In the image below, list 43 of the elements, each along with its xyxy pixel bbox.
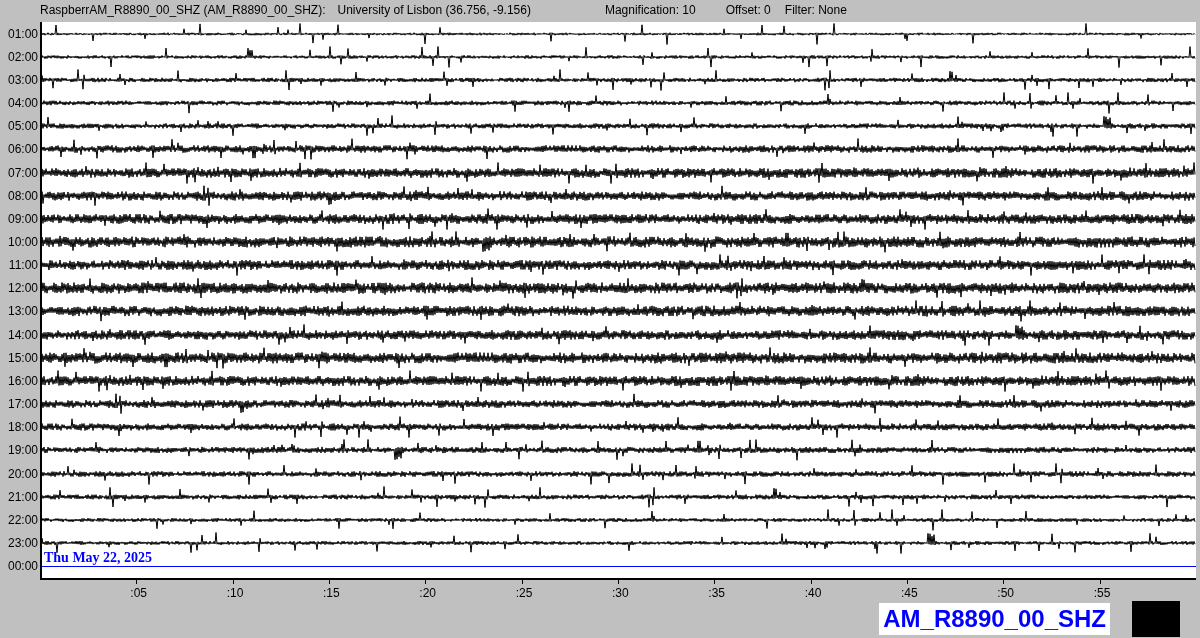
offset-label: Offset: 0	[725, 2, 771, 19]
hour-label: 11:00	[8, 257, 38, 275]
hour-label: 06:00	[7, 141, 38, 159]
hour-label: 05:00	[7, 118, 38, 136]
minute-label: :10	[226, 585, 244, 602]
minute-label: :35	[708, 585, 725, 602]
hour-label: 12:00	[7, 280, 38, 298]
hour-label: 03:00	[7, 71, 38, 89]
channel-badge: AM_R8890_00_SHZ	[879, 603, 1110, 635]
hour-label: 21:00	[7, 488, 38, 506]
minute-label: :25	[515, 585, 533, 602]
hour-label: 19:00	[7, 442, 38, 460]
hour-label: 04:00	[7, 95, 38, 113]
hour-label: 16:00	[7, 372, 38, 390]
minute-label: :20	[419, 585, 436, 602]
hour-label: 15:00	[7, 349, 38, 367]
minute-label: :30	[612, 585, 629, 602]
hour-label: 01:00	[7, 25, 38, 43]
hour-label: 23:00	[7, 535, 38, 552]
hour-label: 02:00	[7, 48, 38, 66]
hour-label: 09:00	[7, 210, 38, 228]
hour-label: 14:00	[7, 326, 38, 344]
station-location: University of Lisbon (36.756, -9.156)	[337, 2, 531, 19]
minute-label: :40	[804, 585, 822, 602]
hour-label: 20:00	[7, 465, 38, 483]
minute-label: :15	[323, 585, 340, 602]
hour-label: 00:00	[7, 558, 38, 576]
minute-label: :50	[997, 585, 1014, 602]
date-label: Thu May 22, 2025	[44, 548, 153, 567]
hour-label: 10:00	[7, 234, 38, 251]
filter-label: Filter: None	[784, 2, 847, 19]
hour-label: 07:00	[7, 164, 38, 182]
hour-label: 08:00	[7, 187, 38, 205]
station-name: RaspberrAM_R8890_00_SHZ (AM_R8890_00_SHZ):	[40, 2, 326, 19]
hour-label: 17:00	[7, 396, 38, 414]
minute-label: :05	[130, 585, 147, 602]
hour-label: 13:00	[7, 303, 38, 321]
status-square	[1132, 601, 1180, 637]
minute-label: :55	[1093, 585, 1111, 602]
hour-label: 18:00	[7, 419, 38, 437]
magnification-label: Magnification: 10	[604, 2, 696, 19]
hour-label: 22:00	[7, 511, 38, 529]
minute-label: :45	[901, 585, 918, 602]
